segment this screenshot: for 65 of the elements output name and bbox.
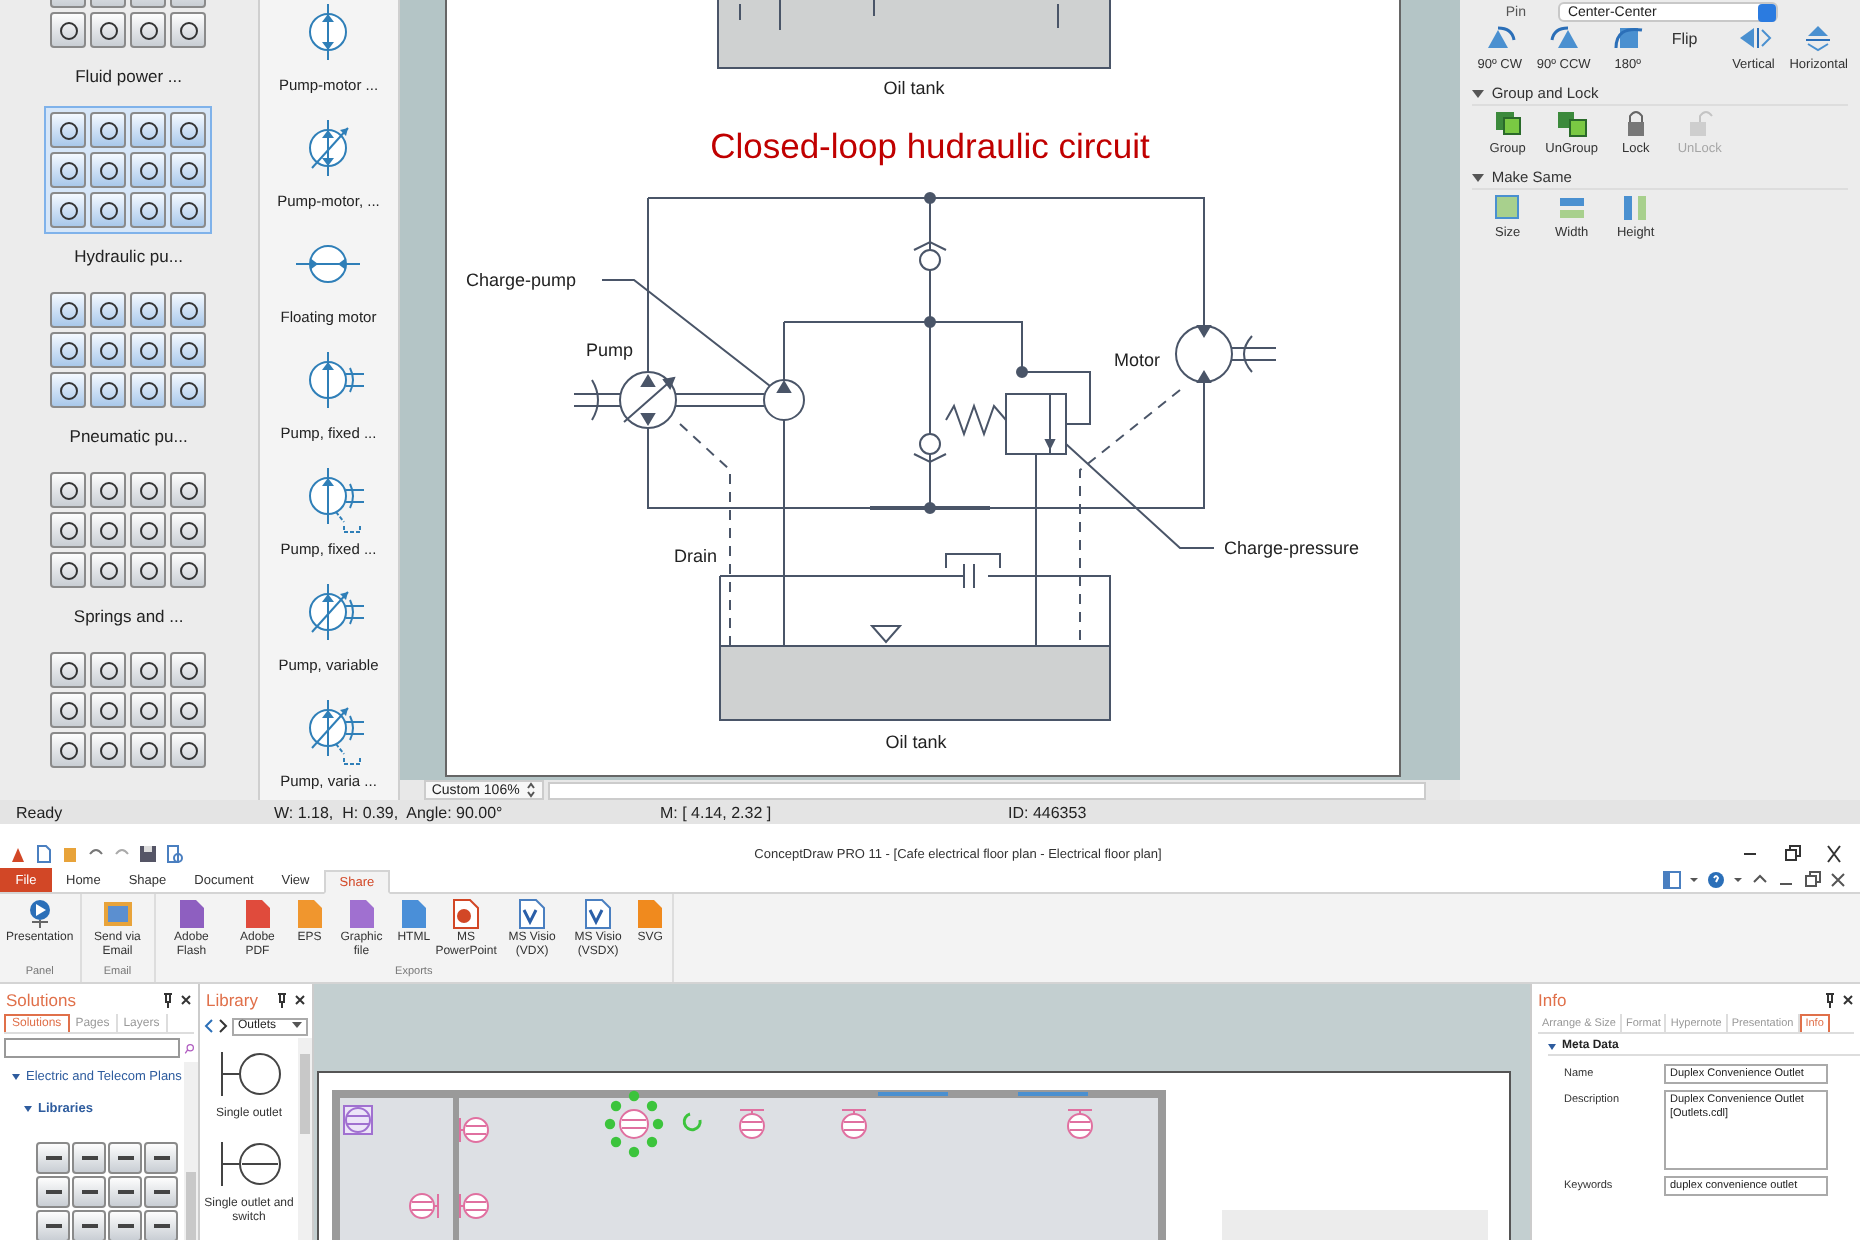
horizontal-scrollbar[interactable] <box>547 781 1426 799</box>
app-logo-icon[interactable] <box>8 844 28 864</box>
outlet-symbol <box>343 1105 373 1135</box>
rotate-arrow-icon <box>1609 24 1646 54</box>
diagram-label: Motor <box>1113 350 1160 370</box>
library-label: Pneumatic pu... <box>69 426 188 450</box>
shape-library-thumbnail[interactable] <box>36 1142 184 1240</box>
library-label: Springs and ... <box>73 606 184 630</box>
rotation-handle[interactable] <box>682 1112 702 1132</box>
document-icon <box>345 898 378 930</box>
vertical-scrollbar[interactable] <box>298 1038 312 1240</box>
status-text: W: 1.18, H: 0.39, Angle: 90.00° <box>274 803 505 821</box>
document-icon <box>293 898 326 930</box>
new-document-icon[interactable] <box>34 844 54 864</box>
close-icon[interactable] <box>1842 991 1854 1007</box>
restore-icon[interactable] <box>1782 844 1802 864</box>
outlet-symbol <box>409 1193 439 1219</box>
document-icon <box>397 898 430 930</box>
diagram-title: Closed-loop hudraulic circuit <box>709 126 1150 166</box>
panel-title: Library <box>206 989 258 1009</box>
vertical-scrollbar[interactable] <box>184 1062 198 1240</box>
status-text: ID: 446353 <box>1008 803 1089 821</box>
outlet-symbol <box>459 1193 489 1219</box>
flip-label: Flip <box>1671 30 1698 48</box>
pin-icon[interactable] <box>162 991 174 1007</box>
status-text: M: [ 4.14, 2.32 ] <box>660 803 774 821</box>
close-icon[interactable] <box>180 991 192 1007</box>
stepper-icon <box>525 782 536 798</box>
outlet-symbol <box>841 1109 867 1139</box>
close-icon[interactable] <box>1828 870 1848 890</box>
status-text: Ready <box>16 803 65 821</box>
document-icon <box>634 898 667 930</box>
selected-outlet-symbol[interactable] <box>604 1090 664 1158</box>
flip-vertical-icon <box>1735 24 1772 54</box>
panel-icon[interactable] <box>1662 870 1682 890</box>
pin-icon[interactable] <box>276 991 288 1007</box>
outlet-symbol <box>1067 1109 1093 1139</box>
close-icon[interactable] <box>1824 844 1844 864</box>
diagram-label: Pump <box>585 340 633 360</box>
restore-icon[interactable] <box>1802 870 1822 890</box>
print-preview-icon[interactable] <box>164 844 184 864</box>
rotate-arrow-icon <box>1545 24 1582 54</box>
library-label: Hydraulic pu... <box>74 246 183 270</box>
search-icon[interactable] <box>184 1039 194 1057</box>
diagram-label: Drain <box>673 546 717 566</box>
tank-label: Oil tank <box>885 732 947 752</box>
outlet-symbol <box>739 1109 765 1139</box>
document-icon <box>175 898 208 930</box>
save-icon[interactable] <box>138 844 158 864</box>
search-field[interactable] <box>4 1038 180 1058</box>
library-label: Fluid power ... <box>75 66 182 90</box>
outlet-symbol <box>459 1117 489 1143</box>
ungroup-icon <box>1553 108 1590 138</box>
shape-library-thumbnail[interactable] <box>44 106 213 234</box>
diagram-label: Charge-pressure <box>1223 538 1359 558</box>
close-icon[interactable] <box>294 991 306 1007</box>
email-icon <box>101 898 134 930</box>
panel-title: Info <box>1538 989 1567 1009</box>
diagram-label: Charge-pump <box>465 270 576 290</box>
help-icon[interactable] <box>1706 870 1726 890</box>
panel-title: Solutions <box>6 989 76 1009</box>
pin-icon[interactable] <box>1824 991 1836 1007</box>
document-icon <box>241 898 274 930</box>
dropdown-caret-icon <box>292 1022 302 1030</box>
tank-label: Oil tank <box>883 78 945 98</box>
